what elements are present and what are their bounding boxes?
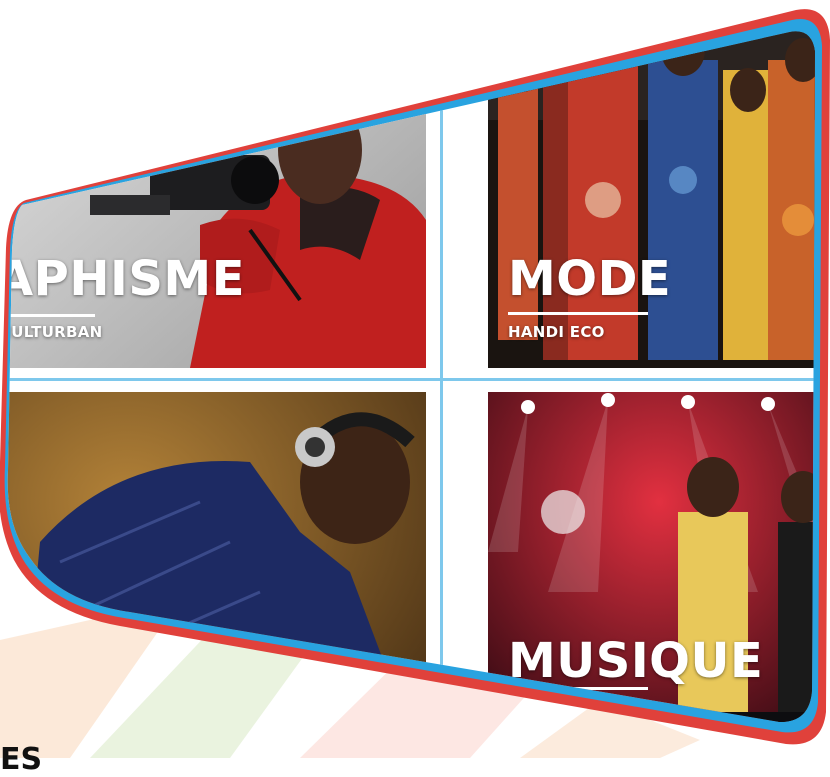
tile-subtitle: HANDI ECO (508, 323, 605, 341)
tile-title: MODE (508, 251, 672, 307)
tile-title: MUSIQUE (508, 633, 764, 689)
tile-subtitle: CULTURBAN (0, 323, 103, 341)
title-underline (508, 312, 648, 315)
tile-title: APHISME (0, 251, 245, 307)
footer-text-fragment: ES (0, 742, 43, 777)
title-underline (0, 314, 95, 317)
grid-line-horizontal (0, 378, 830, 381)
